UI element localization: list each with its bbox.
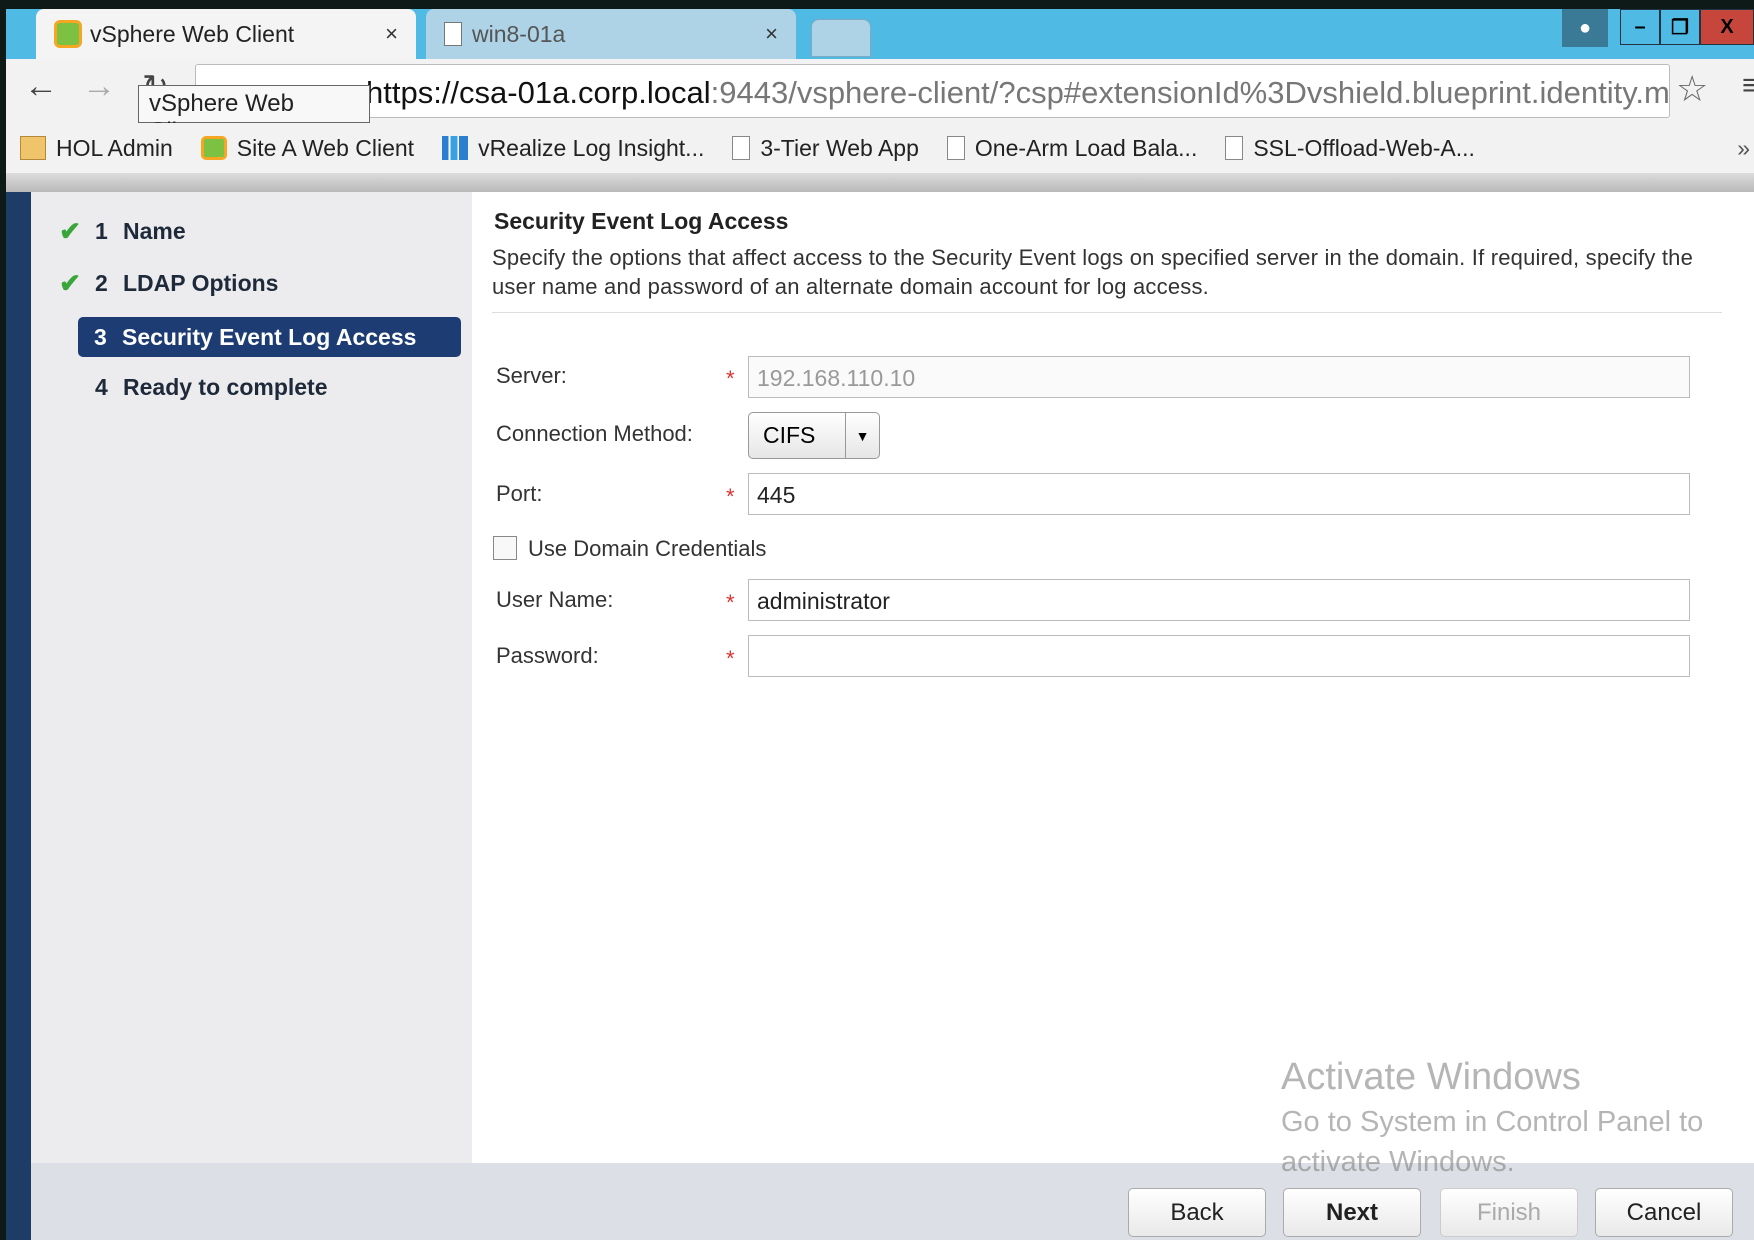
required-marker: * <box>726 366 735 392</box>
user-icon[interactable]: ● <box>1562 9 1608 47</box>
back-button[interactable]: Back <box>1128 1188 1266 1237</box>
server-label: Server: <box>496 363 567 389</box>
minimize-button[interactable]: – <box>1620 9 1660 45</box>
step-ready-to-complete[interactable]: 4Ready to complete <box>47 367 461 407</box>
bookmarks-bar: HOL Admin Site A Web Client vRealize Log… <box>6 123 1754 173</box>
left-edge <box>6 192 31 1240</box>
bookmark-label: One-Arm Load Bala... <box>975 135 1197 162</box>
page-icon <box>947 136 965 160</box>
step-security-event-log-access[interactable]: 3Security Event Log Access <box>78 317 461 357</box>
url-bar[interactable]: https://csa-01a.corp.local:9443/vsphere-… <box>195 64 1670 118</box>
password-input[interactable] <box>748 635 1690 677</box>
next-button[interactable]: Next <box>1283 1188 1421 1237</box>
bookmark-label: SSL-Offload-Web-A... <box>1253 135 1475 162</box>
bookmark-label: 3-Tier Web App <box>760 135 919 162</box>
watermark-title: Activate Windows <box>1281 1056 1581 1099</box>
bookmarks-more-button[interactable]: » <box>1737 135 1750 162</box>
step-name[interactable]: ✔1Name <box>47 211 461 251</box>
vsphere-icon <box>54 20 82 48</box>
close-tab-icon[interactable]: × <box>385 21 398 47</box>
step-label: Ready to complete <box>123 374 328 401</box>
tab-bar: vSphere Web Client × win8-01a × ● – ❐ X <box>6 9 1754 59</box>
page-icon <box>732 136 750 160</box>
tab-label: vSphere Web Client <box>90 21 294 48</box>
restore-button[interactable]: ❐ <box>1660 9 1700 45</box>
bookmark-star-icon[interactable]: ☆ <box>1676 68 1708 110</box>
user-name-label: User Name: <box>496 587 613 613</box>
tooltip: vSphere Web Client <box>138 85 370 123</box>
user-name-input[interactable]: administrator <box>748 579 1690 621</box>
tab-label: win8-01a <box>472 21 565 48</box>
required-marker: * <box>726 590 735 616</box>
bookmark-label: Site A Web Client <box>237 135 414 162</box>
tab-win8-01a[interactable]: win8-01a × <box>426 9 796 59</box>
select-value: CIFS <box>749 422 845 449</box>
bookmark-one-arm[interactable]: One-Arm Load Bala... <box>947 135 1197 162</box>
bookmark-hol-admin[interactable]: HOL Admin <box>20 135 173 162</box>
step-ldap-options[interactable]: ✔2LDAP Options <box>47 263 461 303</box>
new-tab-button[interactable] <box>811 19 871 57</box>
bookmark-3tier[interactable]: 3-Tier Web App <box>732 135 919 162</box>
menu-icon[interactable]: ≡ <box>1742 69 1754 103</box>
tab-vsphere-web-client[interactable]: vSphere Web Client × <box>36 9 416 59</box>
chevron-down-icon: ▼ <box>845 413 879 458</box>
cancel-button[interactable]: Cancel <box>1595 1188 1733 1237</box>
toolbar-strip <box>6 173 1754 192</box>
page-title: Security Event Log Access <box>494 208 788 235</box>
step-number: 1 <box>95 218 123 245</box>
folder-icon <box>20 136 46 160</box>
step-number: 3 <box>94 324 122 351</box>
password-label: Password: <box>496 643 599 669</box>
bookmark-ssl-offload[interactable]: SSL-Offload-Web-A... <box>1225 135 1475 162</box>
watermark-line: Go to System in Control Panel to <box>1281 1106 1703 1139</box>
chart-icon <box>442 136 468 160</box>
required-marker: * <box>726 646 735 672</box>
step-label: Security Event Log Access <box>122 324 416 351</box>
use-domain-credentials-checkbox[interactable] <box>493 536 517 560</box>
port-label: Port: <box>496 481 542 507</box>
wizard-content <box>472 192 1754 1163</box>
required-marker: * <box>726 484 735 510</box>
close-window-button[interactable]: X <box>1700 9 1754 45</box>
bookmark-site-a[interactable]: Site A Web Client <box>201 135 414 162</box>
finish-button[interactable]: Finish <box>1440 1188 1578 1237</box>
back-arrow-icon[interactable]: ← <box>24 67 58 106</box>
server-input[interactable]: 192.168.110.10 <box>748 356 1690 398</box>
step-number: 4 <box>95 374 123 401</box>
port-input[interactable]: 445 <box>748 473 1690 515</box>
watermark-line: activate Windows. <box>1281 1146 1515 1179</box>
check-icon: ✔ <box>47 268 93 299</box>
forward-arrow-icon[interactable]: → <box>82 67 116 106</box>
connection-method-select[interactable]: CIFS▼ <box>748 412 880 459</box>
vsphere-icon <box>201 136 227 160</box>
step-number: 2 <box>95 270 123 297</box>
bookmark-vrealize[interactable]: vRealize Log Insight... <box>442 135 704 162</box>
url-path: :9443/vsphere-client/?csp#extensionId%3D… <box>711 75 1670 110</box>
page-icon <box>444 22 462 46</box>
check-icon: ✔ <box>47 216 93 247</box>
step-label: Name <box>123 218 186 245</box>
step-label: LDAP Options <box>123 270 278 297</box>
connection-method-label: Connection Method: <box>496 421 693 447</box>
bookmark-label: HOL Admin <box>56 135 173 162</box>
close-tab-icon[interactable]: × <box>765 21 778 47</box>
use-domain-credentials-label: Use Domain Credentials <box>528 536 766 562</box>
url-host: https://csa-01a.corp.local <box>366 75 711 110</box>
bookmark-label: vRealize Log Insight... <box>478 135 704 162</box>
page-description: Specify the options that affect access t… <box>492 243 1722 301</box>
divider <box>492 312 1722 313</box>
page-icon <box>1225 136 1243 160</box>
